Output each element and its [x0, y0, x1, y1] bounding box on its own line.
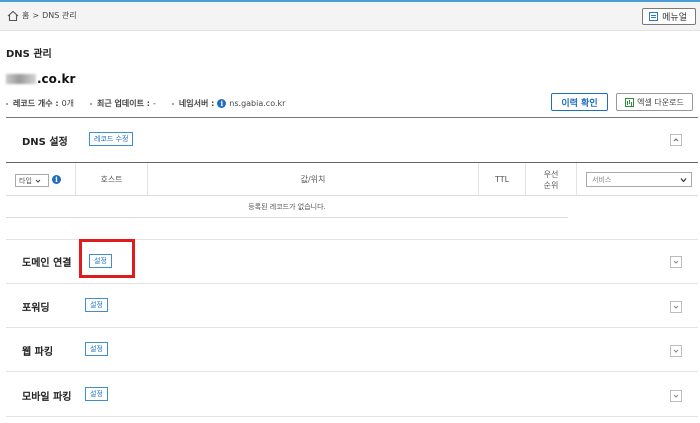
priority-column: 우선 순위 — [526, 163, 577, 196]
chevron-down-icon — [680, 178, 687, 183]
dns-record-table-header: 타입 i 호스트 값/위치 TTL 우선 순위 서비스 — [6, 162, 698, 196]
value-column: 값/위치 — [148, 163, 479, 196]
type-select-label: 타입 — [19, 176, 32, 185]
domain-info: 레코드 개수 : 0개 최근 업데이트 : - 네임서버 : i ns.gabi… — [6, 98, 301, 109]
divider — [6, 327, 698, 328]
breadcrumb-current: DNS 관리 — [42, 11, 77, 20]
domain-redacted — [6, 74, 36, 84]
manual-button-label: 메뉴얼 — [662, 13, 687, 23]
record-count-value: 0개 — [61, 99, 75, 108]
service-select[interactable]: 서비스 — [586, 172, 692, 187]
divider — [6, 283, 698, 284]
record-count: 레코드 개수 : 0개 — [6, 98, 74, 109]
breadcrumb: 홈 > DNS 관리 메뉴얼 — [0, 2, 700, 31]
last-update-label: 최근 업데이트 : — [97, 99, 150, 108]
divider — [6, 371, 698, 372]
last-update-value: - — [152, 99, 156, 108]
excel-icon — [625, 97, 635, 107]
chevron-down-icon — [673, 394, 679, 398]
chevron-down-icon — [673, 349, 679, 353]
mobile-parking-title: 모바일 파킹 — [22, 392, 72, 403]
chevron-down-icon — [673, 260, 679, 264]
web-parking-title: 웹 파킹 — [22, 347, 54, 358]
manual-button[interactable]: 메뉴얼 — [642, 8, 696, 25]
domain-name: .co.kr — [6, 71, 75, 87]
domain-connect-title: 도메인 연결 — [22, 258, 72, 269]
priority-label-2: 순위 — [543, 180, 559, 190]
last-update: 최근 업데이트 : - — [90, 98, 156, 109]
expand-forwarding-button[interactable] — [670, 301, 682, 313]
bullet-icon — [90, 102, 93, 105]
bullet-icon — [6, 102, 8, 105]
dns-section-title: DNS 설정 — [22, 137, 68, 148]
ttl-column: TTL — [479, 163, 526, 196]
expand-web-parking-button[interactable] — [670, 345, 682, 357]
service-select-label: 서비스 — [592, 175, 612, 184]
breadcrumb-home[interactable]: 홈 — [22, 11, 29, 20]
bullet-icon — [171, 102, 174, 105]
chevron-up-icon — [673, 138, 679, 142]
record-edit-button[interactable]: 레코드 수정 — [89, 132, 134, 146]
home-icon[interactable] — [7, 10, 19, 22]
nameserver-label: 네임서버 : — [178, 99, 215, 108]
record-count-label: 레코드 개수 : — [13, 99, 59, 108]
info-icon[interactable]: i — [217, 99, 227, 108]
forwarding-settings-button[interactable]: 설정 — [85, 298, 108, 312]
page-title: DNS 관리 — [6, 49, 52, 60]
manual-icon — [649, 12, 659, 21]
priority-label-1: 우선 — [543, 169, 559, 179]
history-button[interactable]: 이력 확인 — [551, 93, 608, 111]
empty-records-message: 등록된 레코드가 없습니다. — [6, 196, 568, 218]
nameserver-value: ns.gabia.co.kr — [229, 99, 286, 108]
excel-download-button[interactable]: 엑셀 다운로드 — [616, 93, 693, 111]
collapse-dns-button[interactable] — [670, 134, 682, 146]
nameserver: 네임서버 : i ns.gabia.co.kr — [171, 98, 286, 109]
excel-download-label: 엑셀 다운로드 — [637, 97, 684, 107]
info-icon[interactable]: i — [52, 175, 61, 184]
expand-mobile-parking-button[interactable] — [670, 390, 682, 402]
type-select[interactable]: 타입 — [15, 174, 49, 187]
host-column: 호스트 — [76, 163, 148, 196]
chevron-down-icon — [673, 305, 679, 309]
highlight-box — [79, 239, 135, 278]
type-column: 타입 i — [6, 163, 76, 196]
divider — [6, 416, 698, 417]
domain-suffix: .co.kr — [37, 72, 76, 86]
web-parking-settings-button[interactable]: 설정 — [85, 342, 108, 356]
divider — [6, 117, 698, 118]
breadcrumb-separator: > — [32, 11, 40, 20]
expand-domain-connect-button[interactable] — [670, 256, 682, 268]
breadcrumb-path: 홈 > DNS 관리 — [22, 10, 80, 21]
chevron-down-icon — [35, 179, 41, 183]
forwarding-title: 포워딩 — [22, 303, 50, 314]
mobile-parking-settings-button[interactable]: 설정 — [85, 387, 108, 401]
